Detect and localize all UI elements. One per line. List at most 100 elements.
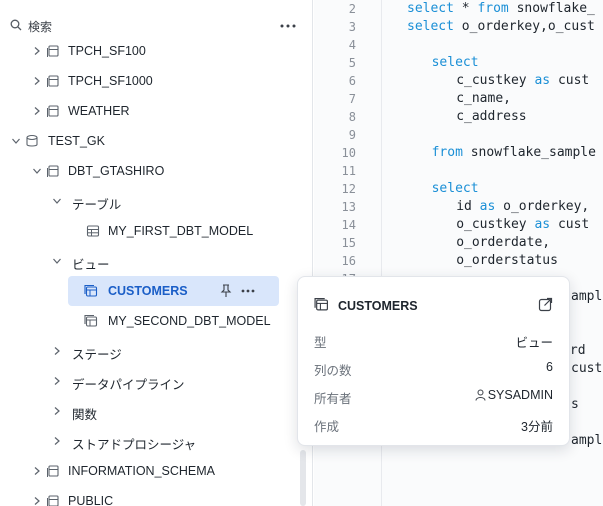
- code-line[interactable]: c_custkey as cust: [456, 73, 589, 88]
- tree-item-label: ビュー: [72, 258, 110, 272]
- line-number: 10: [341, 146, 356, 160]
- code-text: o_orderdate,: [456, 235, 551, 250]
- tree-item-label: テーブル: [72, 198, 122, 212]
- search-input[interactable]: 検索: [28, 18, 52, 35]
- line-number: 15: [341, 236, 356, 250]
- chevron-right-icon[interactable]: [32, 466, 42, 476]
- code-keyword: as: [479, 199, 496, 214]
- code-line[interactable]: select: [432, 181, 479, 196]
- code-line[interactable]: cust: [571, 361, 602, 376]
- tree-item-label: MY_SECOND_DBT_MODEL: [108, 314, 271, 328]
- code-line[interactable]: select * from snowflake_: [407, 1, 595, 16]
- tree-item-label: INFORMATION_SCHEMA: [68, 464, 215, 478]
- chevron-right-icon[interactable]: [52, 346, 62, 356]
- code-text: snowflake_: [508, 1, 595, 16]
- tree-item-data-pipelines[interactable]: データパイプライン: [0, 366, 300, 396]
- tree-item-tpch-sf1000[interactable]: TPCH_SF1000: [0, 66, 300, 96]
- popup-title: CUSTOMERS: [338, 299, 418, 313]
- popup-value-columns: 6: [546, 360, 553, 374]
- code-keyword: from: [431, 145, 463, 160]
- view-icon: [314, 298, 328, 311]
- tree-item-information-schema[interactable]: INFORMATION_SCHEMA: [0, 456, 300, 486]
- code-line[interactable]: c_address: [456, 109, 526, 124]
- code-line[interactable]: o_orderstatus: [456, 253, 558, 268]
- chevron-right-icon[interactable]: [32, 496, 42, 506]
- pin-icon[interactable]: [220, 284, 232, 298]
- code-text: c_custkey: [456, 73, 535, 88]
- chevron-right-icon[interactable]: [52, 406, 62, 416]
- code-keyword: select: [407, 19, 454, 34]
- code-line[interactable]: c_name,: [456, 91, 511, 106]
- chevron-right-icon[interactable]: [32, 46, 42, 56]
- popup-key-created: 作成: [314, 420, 340, 434]
- schema-icon: [47, 495, 59, 506]
- code-text: snowflake_sample: [462, 145, 596, 160]
- tree-item-label: TEST_GK: [48, 134, 105, 148]
- code-line[interactable]: select o_orderkey,o_cust: [407, 19, 595, 34]
- line-number: 11: [341, 164, 356, 178]
- code-line[interactable]: o_custkey as cust: [456, 217, 589, 232]
- code-text: ample: [571, 289, 603, 304]
- code-text: *: [453, 1, 478, 16]
- schema-icon: [47, 75, 59, 87]
- popup-value-created: 3分前: [521, 420, 553, 434]
- scrollbar-thumb[interactable]: [300, 450, 306, 506]
- code-line[interactable]: o_orderdate,: [456, 235, 550, 250]
- more-options-icon[interactable]: [280, 24, 296, 28]
- more-options-icon[interactable]: [241, 289, 255, 293]
- code-line[interactable]: ample: [571, 289, 603, 304]
- schema-icon: [47, 45, 59, 57]
- tree-item-dbt-gtashiro[interactable]: DBT_GTASHIRO: [0, 156, 300, 186]
- chevron-right-icon[interactable]: [52, 376, 62, 386]
- code-keyword: select: [407, 1, 454, 16]
- tree-item-my-second-dbt-model[interactable]: MY_SECOND_DBT_MODEL: [0, 306, 300, 336]
- table-icon: [86, 225, 100, 237]
- chevron-down-icon[interactable]: [32, 166, 42, 176]
- line-number: 13: [341, 200, 356, 214]
- tree-item-my-first-dbt-model[interactable]: MY_FIRST_DBT_MODEL: [0, 216, 300, 246]
- popup-value-type: ビュー: [515, 336, 553, 350]
- tree-item-views[interactable]: ビュー: [0, 246, 300, 276]
- tree-item-label: ストアドプロシージャ: [72, 438, 197, 452]
- chevron-right-icon[interactable]: [52, 436, 62, 446]
- open-external-icon[interactable]: [538, 297, 553, 312]
- line-number: 16: [341, 254, 356, 268]
- tree-item-functions[interactable]: 関数: [0, 396, 300, 426]
- schema-icon: [47, 105, 59, 117]
- code-line[interactable]: s: [571, 397, 579, 412]
- code-line[interactable]: ample: [571, 433, 603, 448]
- popup-key-columns: 列の数: [314, 364, 352, 378]
- chevron-right-icon[interactable]: [32, 106, 42, 116]
- tree-item-public[interactable]: PUBLIC: [0, 486, 300, 506]
- schema-icon: [47, 165, 59, 177]
- code-text: o_custkey: [456, 217, 535, 232]
- code-text: s: [571, 397, 579, 412]
- code-text: id: [456, 199, 480, 214]
- owner-name: SYSADMIN: [487, 388, 553, 402]
- tree-item-tables[interactable]: テーブル: [0, 186, 300, 216]
- chevron-down-icon[interactable]: [52, 256, 62, 266]
- object-explorer-panel: 検索 TPCH_SF100 TPCH_SF1000 WEATHER TEST_G…: [0, 0, 313, 506]
- chevron-right-icon[interactable]: [32, 76, 42, 86]
- tree-item-tpch-sf100[interactable]: TPCH_SF100: [0, 36, 300, 66]
- popup-key-type: 型: [314, 336, 327, 350]
- tree-item-customers[interactable]: CUSTOMERS: [68, 276, 279, 306]
- code-line[interactable]: from snowflake_sample: [432, 145, 596, 160]
- line-number: 3: [348, 20, 356, 34]
- tree-item-label: CUSTOMERS: [108, 284, 188, 298]
- code-line[interactable]: select: [432, 55, 479, 70]
- object-info-popup: CUSTOMERS 型 ビュー 列の数 6 所有者 SYSADMIN 作成 3分…: [297, 276, 570, 446]
- code-keyword: select: [431, 181, 479, 196]
- code-text: c_name,: [456, 91, 511, 106]
- line-number: 4: [348, 38, 356, 52]
- tree-item-stored-procedures[interactable]: ストアドプロシージャ: [0, 426, 300, 456]
- code-line[interactable]: id as o_orderkey,: [456, 199, 589, 214]
- code-text: cust: [550, 217, 590, 232]
- code-text: cust: [550, 73, 590, 88]
- chevron-down-icon[interactable]: [11, 136, 21, 146]
- tree-item-weather[interactable]: WEATHER: [0, 96, 300, 126]
- tree-item-stages[interactable]: ステージ: [0, 336, 300, 366]
- tree-item-label: TPCH_SF100: [68, 44, 146, 58]
- tree-item-test-gk[interactable]: TEST_GK: [0, 126, 300, 156]
- chevron-down-icon[interactable]: [52, 196, 62, 206]
